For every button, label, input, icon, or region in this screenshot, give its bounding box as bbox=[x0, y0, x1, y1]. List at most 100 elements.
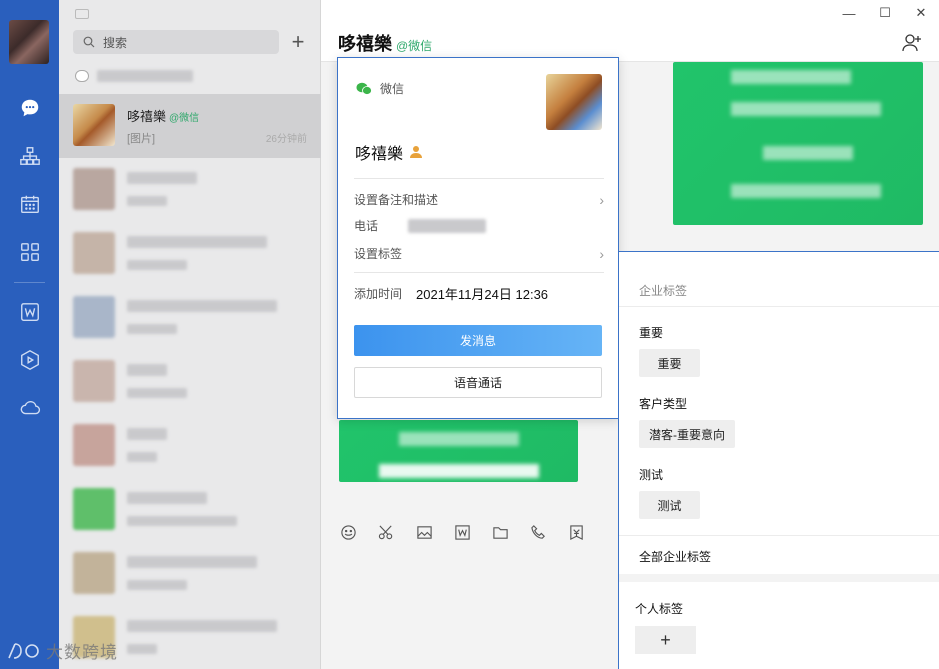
phone-row: 电话 bbox=[354, 217, 604, 234]
divider bbox=[354, 272, 604, 273]
blurred-text bbox=[127, 196, 167, 206]
search-input[interactable]: 搜索 bbox=[73, 30, 279, 54]
maximize-icon[interactable]: ☐ bbox=[867, 4, 903, 22]
chat-bubble-icon bbox=[75, 70, 89, 82]
blurred-text bbox=[127, 452, 157, 462]
set-tag-row[interactable]: 设置标签 › bbox=[354, 245, 604, 262]
collapse-icon[interactable] bbox=[75, 9, 89, 19]
user-avatar[interactable] bbox=[9, 20, 49, 64]
enterprise-tags-header: 企业标签 bbox=[639, 284, 688, 298]
left-rail bbox=[0, 0, 59, 669]
profile-source: 微信 bbox=[356, 80, 404, 97]
tag-panel: 企业标签 重要 重要 客户类型 潜客-重要意向 测试 测试 全部企业标签 个人标… bbox=[618, 251, 939, 669]
watermark: 大数跨境 bbox=[6, 638, 118, 663]
tag-chip[interactable]: 测试 bbox=[639, 491, 700, 519]
close-icon[interactable]: ✕ bbox=[903, 4, 939, 22]
list-item[interactable] bbox=[59, 542, 321, 606]
list-item[interactable] bbox=[59, 414, 321, 478]
personal-tags-title: 个人标签 bbox=[635, 602, 684, 616]
search-placeholder: 搜索 bbox=[103, 35, 128, 50]
person-icon bbox=[410, 146, 423, 158]
emoji-icon[interactable] bbox=[339, 523, 357, 541]
blurred-text bbox=[127, 492, 207, 504]
image-message[interactable] bbox=[339, 420, 578, 482]
blurred-text bbox=[127, 620, 277, 632]
blurred-text bbox=[127, 388, 187, 398]
message-time: 26分钟前 bbox=[265, 134, 307, 145]
list-item-active[interactable]: 哆禧樂 @微信 [图片] 26分钟前 bbox=[59, 94, 321, 158]
blurred-text bbox=[127, 516, 237, 526]
screenshot-icon[interactable] bbox=[377, 523, 395, 541]
input-toolbar bbox=[321, 512, 621, 552]
blurred-text bbox=[127, 428, 167, 440]
contact-profile-card: 微信 哆禧樂 设置备注和描述 › 电话 设置标签 › 添加时间 2021年11月24… bbox=[337, 57, 619, 419]
tag-group-title: 重要 bbox=[639, 326, 664, 340]
divider bbox=[354, 178, 604, 179]
blurred-text bbox=[127, 556, 257, 568]
blurred-text bbox=[127, 236, 267, 248]
last-message: [图片] bbox=[127, 133, 156, 145]
chat-icon[interactable] bbox=[0, 88, 59, 128]
word-icon[interactable] bbox=[0, 292, 59, 332]
contact-name: 哆禧樂 @微信 bbox=[127, 109, 200, 124]
list-item[interactable] bbox=[59, 158, 321, 222]
blurred-text bbox=[127, 300, 277, 312]
divider bbox=[619, 306, 939, 307]
add-button[interactable]: + bbox=[287, 29, 309, 54]
blurred-text bbox=[127, 260, 187, 270]
watermark-logo-icon bbox=[8, 642, 39, 659]
cloud-icon[interactable] bbox=[0, 388, 59, 428]
section-gap bbox=[619, 574, 939, 582]
image-icon[interactable] bbox=[415, 523, 433, 541]
chevron-right-icon: › bbox=[599, 245, 604, 262]
apps-icon[interactable] bbox=[0, 232, 59, 272]
remark-row[interactable]: 设置备注和描述 › bbox=[354, 191, 604, 208]
phone-icon[interactable] bbox=[529, 523, 547, 541]
blurred-text bbox=[408, 218, 487, 233]
tag-chip[interactable]: 潜客-重要意向 bbox=[639, 420, 735, 448]
wechat-icon bbox=[356, 82, 372, 95]
blurred-text bbox=[127, 172, 197, 184]
blurred-text bbox=[127, 644, 157, 654]
profile-avatar[interactable] bbox=[546, 74, 602, 130]
all-enterprise-tags-link[interactable]: 全部企业标签 bbox=[639, 548, 711, 565]
list-item[interactable] bbox=[59, 286, 321, 350]
blurred-text bbox=[127, 324, 177, 334]
calendar-icon[interactable] bbox=[0, 184, 59, 224]
blurred-text bbox=[127, 580, 187, 590]
profile-name: 哆禧樂 bbox=[355, 140, 423, 164]
add-member-icon[interactable] bbox=[901, 32, 923, 54]
org-icon[interactable] bbox=[0, 136, 59, 176]
word-doc-icon[interactable] bbox=[453, 523, 471, 541]
contact-avatar bbox=[73, 424, 115, 466]
page-title[interactable]: 哆禧樂 @微信 bbox=[338, 30, 432, 56]
list-item[interactable] bbox=[59, 350, 321, 414]
payment-icon[interactable] bbox=[567, 523, 585, 541]
contact-avatar bbox=[73, 360, 115, 402]
tag-group-title: 测试 bbox=[639, 468, 664, 482]
minimize-icon[interactable]: — bbox=[831, 4, 867, 22]
folder-icon[interactable] bbox=[491, 523, 509, 541]
contact-avatar bbox=[73, 488, 115, 530]
conversation-list: 搜索 + 哆禧樂 @微信 [图片] 26分钟前 bbox=[59, 0, 321, 669]
contact-avatar bbox=[73, 104, 115, 146]
list-item[interactable] bbox=[59, 478, 321, 542]
voice-call-button[interactable]: 语音通话 bbox=[354, 367, 602, 398]
search-icon bbox=[83, 36, 95, 48]
window-controls: — ☐ ✕ bbox=[831, 4, 939, 22]
tag-chip[interactable]: 重要 bbox=[639, 349, 700, 377]
send-message-button[interactable]: 发消息 bbox=[354, 325, 602, 356]
added-time-row: 添加时间 2021年11月24日 12:36 bbox=[354, 287, 549, 302]
contact-avatar bbox=[73, 168, 115, 210]
chat-header: 哆禧樂 @微信 — ☐ ✕ bbox=[321, 0, 939, 62]
add-tag-button[interactable]: + bbox=[635, 626, 696, 654]
notice-row[interactable] bbox=[75, 70, 193, 82]
list-item[interactable] bbox=[59, 222, 321, 286]
blurred-text bbox=[127, 364, 167, 376]
tag-group-title: 客户类型 bbox=[639, 397, 688, 411]
play-icon[interactable] bbox=[0, 340, 59, 380]
contact-avatar bbox=[73, 296, 115, 338]
image-message[interactable] bbox=[673, 62, 923, 225]
divider bbox=[619, 535, 939, 536]
rail-divider bbox=[14, 282, 45, 283]
